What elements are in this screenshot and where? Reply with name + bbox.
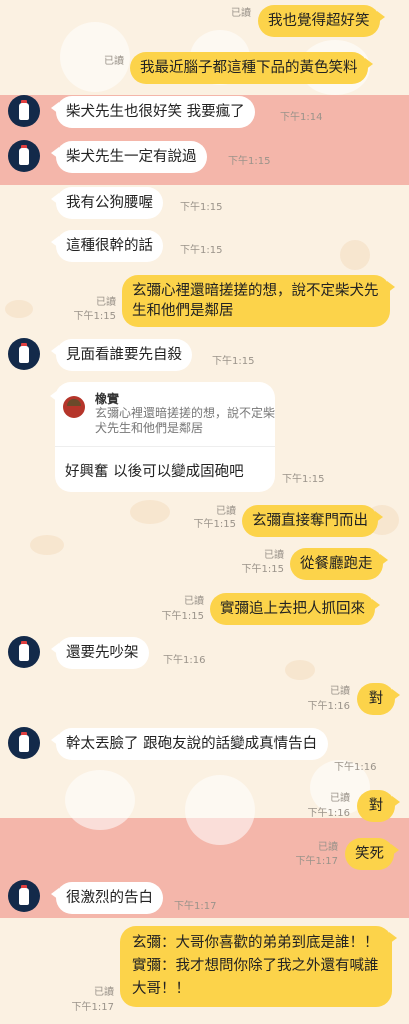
bread-decoration (340, 240, 370, 270)
message-bubble-outgoing[interactable]: 玄彌直接奪門而出 (242, 505, 383, 537)
message-bubble-outgoing[interactable]: 我最近腦子都這種下品的黃色笑料 (130, 52, 372, 84)
quoted-sender-name: 橡實 (95, 392, 120, 406)
message-timestamp: 下午1:15 (73, 311, 116, 322)
quoted-message[interactable]: 橡實 玄彌心裡還暗搓搓的想，說不定柴犬先生和他們是鄰居 (63, 390, 275, 440)
message-timestamp: 下午1:15 (161, 611, 204, 622)
baguette-decoration (130, 500, 170, 524)
reply-message-bubble[interactable]: 橡實 玄彌心裡還暗搓搓的想，說不定柴犬先生和他們是鄰居 好興奮 以後可以變成固砲… (50, 382, 275, 492)
message-timestamp: 下午1:15 (241, 564, 284, 575)
reply-message-text: 好興奮 以後可以變成固砲吧 (65, 464, 244, 480)
message-bubble-incoming[interactable]: 我有公狗腰喔 (51, 187, 163, 219)
message-bubble-outgoing[interactable]: 玄彌心裡還暗搓搓的想，說不定柴犬先生和他們是鄰居 (122, 275, 395, 327)
message-timestamp: 下午1:15 (282, 474, 325, 485)
acorn-avatar-icon (63, 396, 85, 418)
read-receipt: 已讀 (264, 550, 284, 561)
message-timestamp: 下午1:17 (295, 856, 338, 867)
read-receipt: 已讀 (330, 793, 350, 804)
message-bubble-outgoing[interactable]: 笑死 (345, 838, 399, 870)
read-receipt: 已讀 (216, 506, 236, 517)
bread-decoration (5, 300, 33, 318)
message-bubble-incoming[interactable]: 幹太丟臉了 跟砲友說的話變成真情告白 (51, 728, 328, 760)
contact-avatar[interactable] (8, 140, 40, 172)
croissant-decoration (30, 535, 64, 555)
message-bubble-incoming[interactable]: 見面看誰要先自殺 (51, 339, 192, 371)
contact-avatar[interactable] (8, 880, 40, 912)
message-timestamp: 下午1:16 (163, 655, 206, 666)
read-receipt: 已讀 (184, 596, 204, 607)
contact-avatar[interactable] (8, 727, 40, 759)
message-bubble-outgoing[interactable]: 對 (357, 790, 400, 822)
message-timestamp: 下午1:17 (71, 1002, 114, 1013)
message-bubble-outgoing[interactable]: 我也覺得超好笑 (258, 5, 384, 37)
message-timestamp: 下午1:14 (280, 112, 323, 123)
message-timestamp: 下午1:16 (307, 808, 350, 819)
message-timestamp: 下午1:16 (307, 701, 350, 712)
message-bubble-incoming[interactable]: 這種很幹的話 (51, 230, 163, 262)
read-receipt: 已讀 (96, 297, 116, 308)
read-receipt: 已讀 (330, 686, 350, 697)
read-receipt: 已讀 (318, 842, 338, 853)
message-timestamp: 下午1:15 (180, 202, 223, 213)
message-timestamp: 下午1:16 (334, 762, 377, 773)
message-bubble-outgoing[interactable]: 實彌追上去把人抓回來 (210, 593, 380, 625)
message-timestamp: 下午1:15 (180, 245, 223, 256)
read-receipt: 已讀 (94, 987, 114, 998)
read-receipt: 已讀 (104, 56, 124, 67)
quoted-message-text: 玄彌心裡還暗搓搓的想，說不定柴犬先生和他們是鄰居 (95, 406, 276, 435)
message-bubble-outgoing[interactable]: 從餐廳跑走 (290, 548, 387, 580)
message-bubble-incoming[interactable]: 柴犬先生也很好笑 我要瘋了 (51, 96, 255, 128)
read-receipt: 已讀 (231, 8, 251, 19)
reply-divider (55, 446, 275, 447)
cat-character-decoration (65, 770, 135, 830)
contact-avatar[interactable] (8, 636, 40, 668)
cat-character-decoration (185, 775, 255, 845)
contact-avatar[interactable] (8, 95, 40, 127)
message-bubble-outgoing[interactable]: 對 (357, 683, 400, 715)
message-timestamp: 下午1:17 (174, 901, 217, 912)
message-bubble-incoming[interactable]: 柴犬先生一定有說過 (51, 141, 207, 173)
bread-decoration (285, 660, 315, 680)
message-timestamp: 下午1:15 (228, 156, 271, 167)
message-bubble-incoming[interactable]: 還要先吵架 (51, 637, 149, 669)
message-bubble-outgoing[interactable]: 玄彌：大哥你喜歡的弟弟到底是誰！！ 實彌：我才想問你除了我之外還有喊誰大哥！！ (120, 926, 397, 1007)
message-timestamp: 下午1:15 (212, 356, 255, 367)
message-timestamp: 下午1:15 (193, 519, 236, 530)
contact-avatar[interactable] (8, 338, 40, 370)
message-bubble-incoming[interactable]: 很激烈的告白 (51, 882, 163, 914)
